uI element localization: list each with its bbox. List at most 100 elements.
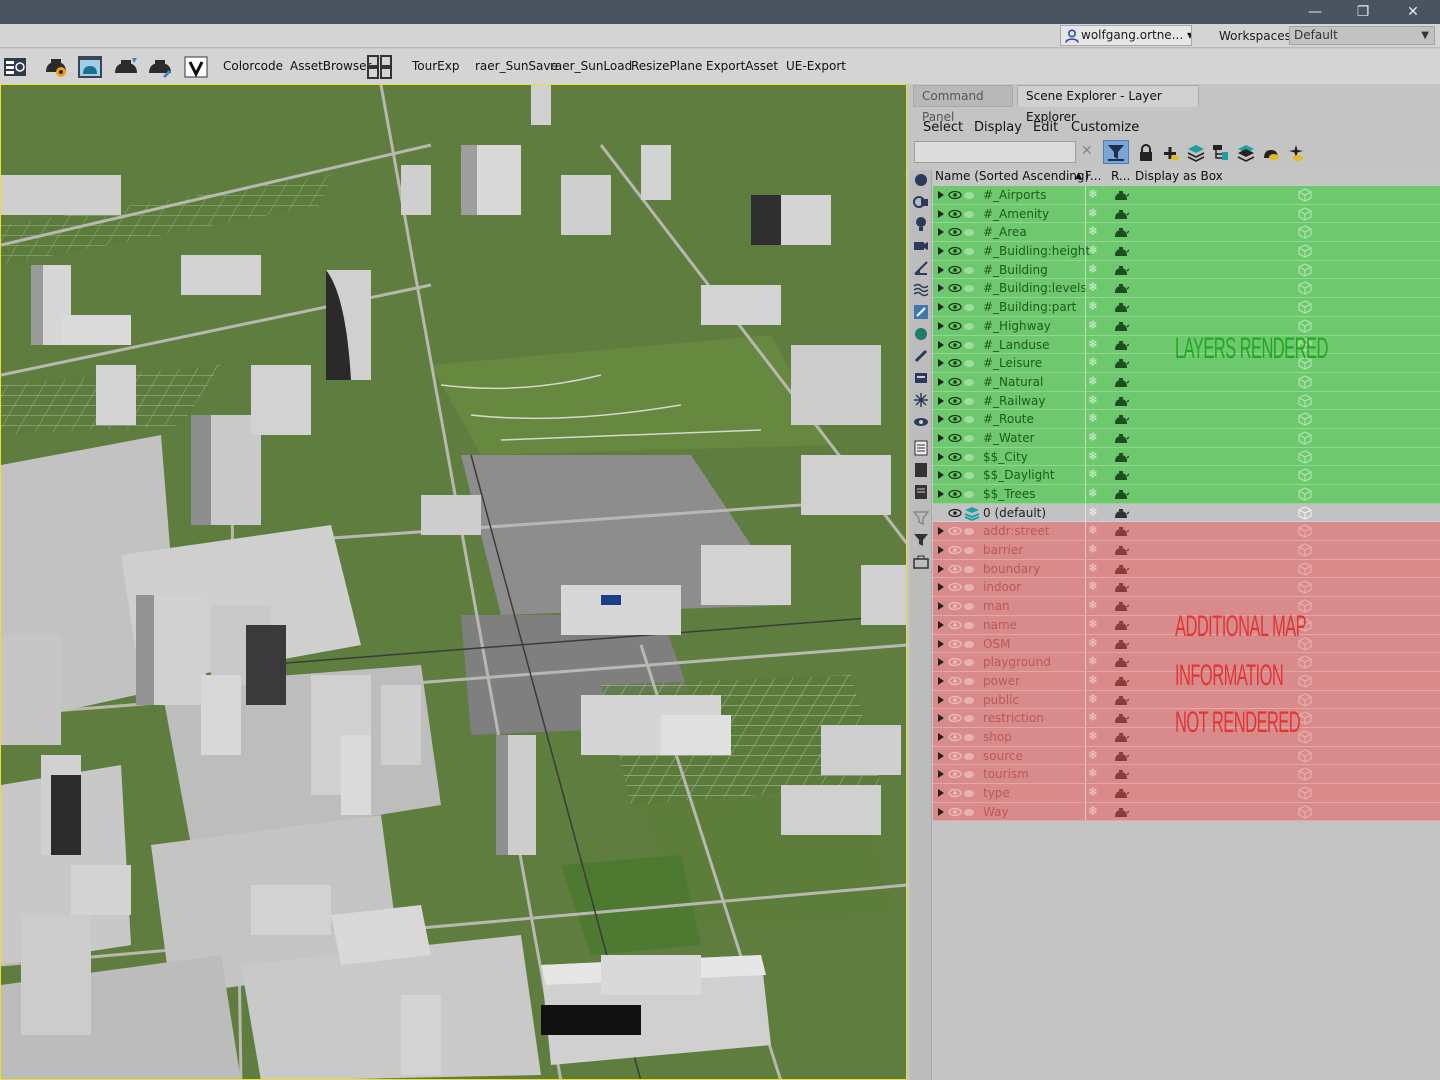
visibility-eye-icon[interactable] <box>948 469 962 481</box>
expand-arrow-icon[interactable] <box>938 396 944 405</box>
display-as-box-icon[interactable] <box>1298 244 1312 258</box>
layer-row[interactable]: #_Natural ❄ <box>933 372 1440 392</box>
freeze-snowflake-icon[interactable]: ❄ <box>1088 617 1098 631</box>
freeze-snowflake-icon[interactable]: ❄ <box>1088 243 1098 257</box>
group-filter-icon[interactable] <box>913 304 929 320</box>
render-iterative-icon[interactable] <box>146 54 174 80</box>
layer-name[interactable]: #_Building:levels <box>983 281 1087 295</box>
layer-name[interactable]: barrier <box>983 543 1023 557</box>
freeze-snowflake-icon[interactable]: ❄ <box>1088 393 1098 407</box>
expand-arrow-icon[interactable] <box>938 321 944 330</box>
expand-arrow-icon[interactable] <box>938 490 944 498</box>
layer-row[interactable]: #_Building:part ❄ <box>933 298 1440 317</box>
freeze-snowflake-icon[interactable]: ❄ <box>1088 785 1098 799</box>
layer-name[interactable]: shop <box>983 730 1012 744</box>
visibility-eye-icon[interactable] <box>948 413 962 425</box>
expand-arrow-icon[interactable] <box>938 751 944 760</box>
display-as-box-icon[interactable] <box>1298 692 1312 707</box>
expand-arrow-icon[interactable] <box>938 340 944 349</box>
freeze-snowflake-icon[interactable]: ❄ <box>1088 673 1098 687</box>
layer-row[interactable]: source ❄ <box>933 746 1440 766</box>
renderable-teapot-icon[interactable] <box>1113 189 1129 201</box>
freeze-snowflake-icon[interactable]: ❄ <box>1088 654 1098 668</box>
visibility-eye-icon[interactable] <box>948 282 962 294</box>
visibility-eye-icon[interactable] <box>948 544 962 556</box>
visibility-eye-icon[interactable] <box>948 600 962 612</box>
toolbar-assetbrowser[interactable]: AssetBrowser <box>290 59 371 73</box>
freeze-snowflake-icon[interactable]: ❄ <box>1088 318 1098 332</box>
display-as-box-icon[interactable] <box>1298 468 1312 482</box>
freeze-snowflake-icon[interactable]: ❄ <box>1088 467 1098 481</box>
expand-arrow-icon[interactable] <box>938 265 944 274</box>
toolbar-resizeplane[interactable]: ResizePlane <box>631 59 702 73</box>
freeze-snowflake-icon[interactable]: ❄ <box>1088 636 1098 650</box>
layer-name[interactable]: man <box>983 599 1010 613</box>
freeze-snowflake-icon[interactable]: ❄ <box>1088 355 1098 369</box>
freeze-snowflake-icon[interactable]: ❄ <box>1088 542 1098 556</box>
visible-filter-icon[interactable] <box>913 414 929 430</box>
expand-arrow-icon[interactable] <box>938 209 944 218</box>
menu-select[interactable]: Select <box>923 120 963 135</box>
workspace-select[interactable]: Default ▼ <box>1289 26 1435 45</box>
expand-arrow-icon[interactable] <box>938 789 944 797</box>
display-as-box-icon[interactable] <box>1298 524 1312 538</box>
visibility-eye-icon[interactable] <box>948 301 962 313</box>
renderable-teapot-icon[interactable] <box>1113 301 1129 313</box>
visibility-eye-icon[interactable] <box>948 208 962 220</box>
toolbar-sunload[interactable]: raer_SunLoad <box>550 59 632 73</box>
freeze-snowflake-icon[interactable]: ❄ <box>1088 206 1098 220</box>
tab-command-panel[interactable]: Command Panel <box>913 85 1013 124</box>
col-name[interactable]: Name (Sorted Ascending) <box>935 169 1089 183</box>
layer-name[interactable]: #_Water <box>983 431 1035 445</box>
layer-name[interactable]: source <box>983 749 1023 763</box>
display-as-box-icon[interactable] <box>1298 786 1312 800</box>
visibility-eye-icon[interactable] <box>948 432 962 444</box>
renderable-teapot-icon[interactable] <box>1113 600 1129 612</box>
close-button[interactable]: ✕ <box>1388 0 1438 24</box>
display-as-box-icon[interactable] <box>1298 487 1312 501</box>
freeze-snowflake-icon[interactable]: ❄ <box>1088 692 1098 706</box>
layer-name[interactable]: #_Railway <box>983 394 1045 408</box>
filter-toggle-button[interactable] <box>1103 140 1129 164</box>
visibility-eye-icon[interactable] <box>948 189 962 201</box>
layer-row[interactable]: #_Buidling:height ❄ <box>933 242 1440 261</box>
visibility-eye-icon[interactable] <box>948 694 962 706</box>
freeze-snowflake-icon[interactable]: ❄ <box>1088 561 1098 575</box>
funnel-icon[interactable] <box>913 532 929 548</box>
layer-row[interactable]: #_Water ❄ <box>933 428 1440 448</box>
renderable-teapot-icon[interactable] <box>1113 731 1129 743</box>
visibility-eye-icon[interactable] <box>948 507 962 519</box>
menu-edit[interactable]: Edit <box>1033 120 1058 135</box>
layer-row[interactable]: #_Building:levels ❄ <box>933 279 1440 299</box>
layer-row[interactable]: $$_Daylight ❄ <box>933 466 1440 485</box>
visibility-eye-icon[interactable] <box>948 750 962 762</box>
layer-name[interactable]: #_Airports <box>983 188 1046 202</box>
freeze-snowflake-icon[interactable]: ❄ <box>1088 374 1098 388</box>
layer-name[interactable]: 0 (default) <box>983 506 1046 520</box>
renderable-teapot-icon[interactable] <box>1113 488 1129 500</box>
frozen-filter-icon[interactable] <box>913 392 929 408</box>
display-as-box-icon[interactable] <box>1298 412 1312 426</box>
spacewarp-filter-icon[interactable] <box>913 282 929 298</box>
freeze-snowflake-icon[interactable]: ❄ <box>1088 449 1098 463</box>
freeze-snowflake-icon[interactable]: ❄ <box>1088 710 1098 724</box>
shapes-filter-icon[interactable] <box>913 194 929 210</box>
display-as-box-icon[interactable] <box>1298 543 1312 557</box>
add-layer-icon[interactable] <box>1162 144 1180 162</box>
toolbox-icon[interactable] <box>913 554 929 570</box>
display-as-box-icon[interactable] <box>1298 580 1312 595</box>
expand-arrow-icon[interactable] <box>938 695 944 704</box>
tab-scene-explorer[interactable]: Scene Explorer - Layer Explorer <box>1017 85 1199 124</box>
renderable-teapot-icon[interactable] <box>1113 768 1129 780</box>
layer-name[interactable]: type <box>983 786 1010 800</box>
renderable-teapot-icon[interactable] <box>1113 675 1129 687</box>
selection-filter-icon[interactable] <box>913 462 929 478</box>
layer-row[interactable]: indoor ❄ <box>933 578 1440 598</box>
expand-arrow-icon[interactable] <box>938 564 944 573</box>
display-as-box-icon[interactable] <box>1298 319 1312 333</box>
funnel-outline-icon[interactable] <box>913 510 929 526</box>
helper-filter-icon[interactable] <box>913 260 929 276</box>
renderable-teapot-icon[interactable] <box>1113 376 1129 388</box>
display-as-box-icon[interactable] <box>1298 562 1312 576</box>
freeze-snowflake-icon[interactable]: ❄ <box>1088 804 1098 818</box>
